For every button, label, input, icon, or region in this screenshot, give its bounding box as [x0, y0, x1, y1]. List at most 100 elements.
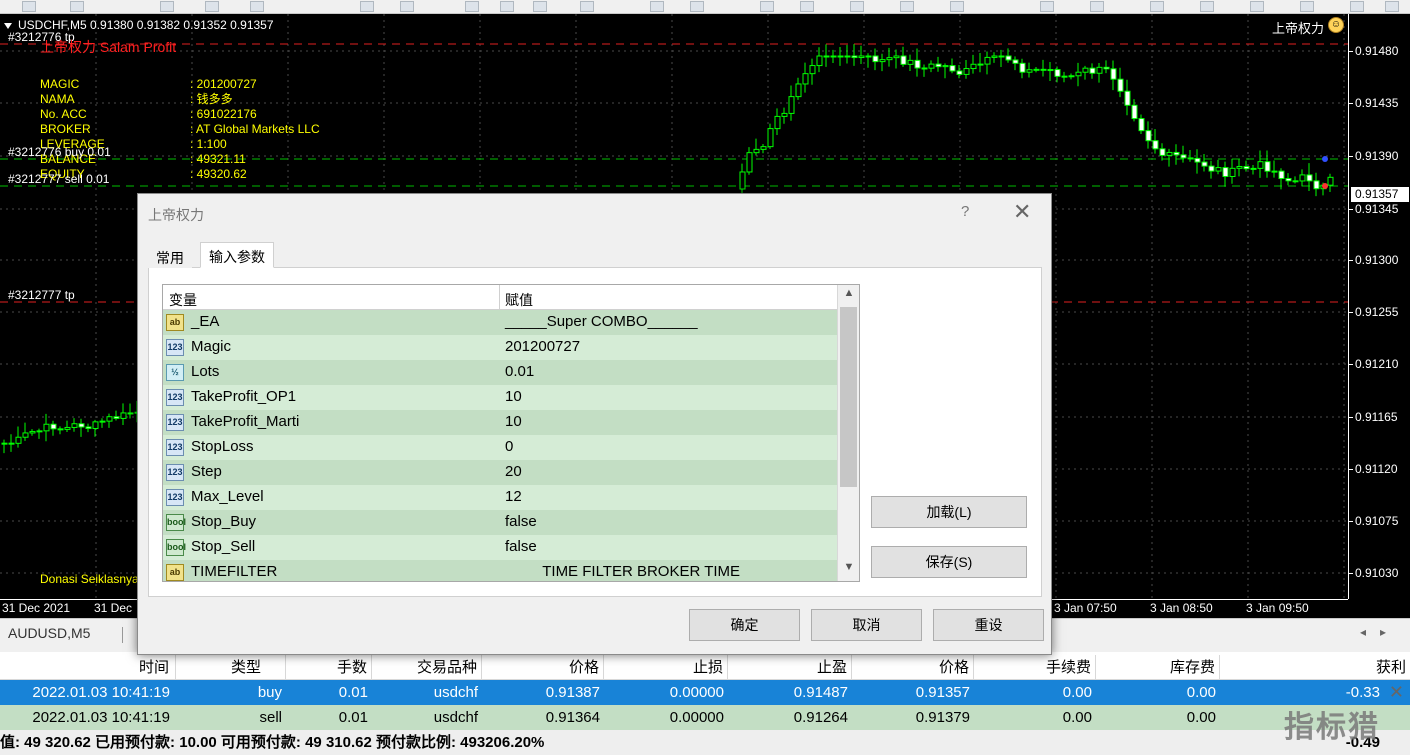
- help-icon[interactable]: ?: [961, 203, 969, 220]
- candle-body: [1138, 118, 1145, 132]
- toolbar-button[interactable]: [1150, 1, 1164, 12]
- tab-common[interactable]: 常用: [148, 244, 192, 268]
- param-value[interactable]: _____Super COMBO______: [505, 313, 698, 330]
- param-row[interactable]: ab TIMEFILTER TIME FILTER BROKER TIME: [163, 560, 837, 581]
- param-row[interactable]: 123 StopLoss 0: [163, 435, 837, 460]
- toolbar-button[interactable]: [650, 1, 664, 12]
- scroll-down-icon[interactable]: ▼: [838, 561, 859, 579]
- toolbar-button[interactable]: [760, 1, 774, 12]
- param-value[interactable]: 10: [505, 388, 522, 405]
- column-header[interactable]: 类型: [176, 655, 286, 680]
- save-button[interactable]: 保存(S): [871, 546, 1027, 578]
- toolbar-button[interactable]: [500, 1, 514, 12]
- column-header[interactable]: 交易品种: [372, 655, 482, 680]
- toolbar-button[interactable]: [850, 1, 864, 12]
- param-value[interactable]: 10: [505, 413, 522, 430]
- toolbar-button[interactable]: [1350, 1, 1364, 12]
- price-label: 0.91480: [1355, 44, 1399, 58]
- toolbar-button[interactable]: [360, 1, 374, 12]
- tab-inputs[interactable]: 输入参数: [200, 242, 274, 268]
- column-header[interactable]: 获利: [1220, 655, 1410, 680]
- toolbar-button[interactable]: [950, 1, 964, 12]
- candle-body: [1117, 78, 1124, 92]
- chart-tab-audusd[interactable]: AUDUSD,M5: [8, 625, 90, 641]
- param-value[interactable]: 0: [505, 438, 513, 455]
- column-header[interactable]: 止损: [604, 655, 728, 680]
- toolbar-button[interactable]: [580, 1, 594, 12]
- chevron-left-icon[interactable]: ◂: [1360, 625, 1380, 639]
- param-value[interactable]: false: [505, 513, 537, 530]
- candle-body: [1082, 67, 1089, 73]
- close-position-icon[interactable]: ✕: [1389, 680, 1404, 705]
- scroll-thumb[interactable]: [840, 307, 857, 487]
- toolbar-button[interactable]: [690, 1, 704, 12]
- param-row[interactable]: 123 Step 20: [163, 460, 837, 485]
- column-variable[interactable]: 变量: [169, 290, 197, 310]
- column-header[interactable]: 价格: [482, 655, 604, 680]
- price-tick: [1349, 260, 1353, 261]
- candle-body: [92, 421, 99, 429]
- toolbar-button[interactable]: [1090, 1, 1104, 12]
- toolbar-button[interactable]: [1385, 1, 1399, 12]
- param-value[interactable]: 20: [505, 463, 522, 480]
- column-header[interactable]: 时间: [0, 655, 176, 680]
- param-row[interactable]: bool Stop_Buy false: [163, 510, 837, 535]
- param-row[interactable]: bool Stop_Sell false: [163, 535, 837, 560]
- column-header[interactable]: 止盈: [728, 655, 852, 680]
- param-value[interactable]: TIME FILTER BROKER TIME: [505, 563, 740, 580]
- load-button[interactable]: 加载(L): [871, 496, 1027, 528]
- table-row-buy[interactable]: 2022.01.03 10:41:19 buy 0.01 usdchf 0.91…: [0, 680, 1410, 705]
- ea-smiley-icon[interactable]: ☺: [1328, 17, 1344, 33]
- cancel-button[interactable]: 取消: [811, 609, 922, 641]
- param-row[interactable]: ab _EA _____Super COMBO______: [163, 310, 837, 335]
- price-label: 0.91435: [1355, 96, 1399, 110]
- param-row[interactable]: 123 TakeProfit_Marti 10: [163, 410, 837, 435]
- toolbar-button[interactable]: [800, 1, 814, 12]
- toolbar-button[interactable]: [205, 1, 219, 12]
- params-table[interactable]: 变量 赋值 ab _EA _____Super COMBO______ 123 …: [162, 284, 860, 582]
- param-row[interactable]: 123 Magic 201200727: [163, 335, 837, 360]
- param-value[interactable]: 12: [505, 488, 522, 505]
- column-header[interactable]: 手续费: [974, 655, 1096, 680]
- toolbar-button[interactable]: [533, 1, 547, 12]
- toolbar-button[interactable]: [70, 1, 84, 12]
- scroll-up-icon[interactable]: ▲: [838, 287, 859, 305]
- param-value[interactable]: false: [505, 538, 537, 555]
- column-value[interactable]: 赋值: [505, 290, 533, 310]
- vertical-scrollbar[interactable]: ▲ ▼: [837, 285, 859, 581]
- param-value[interactable]: 0.01: [505, 363, 534, 380]
- cell-swap: 0.00: [1186, 709, 1216, 726]
- param-name: StopLoss: [191, 438, 254, 455]
- column-header[interactable]: 价格: [852, 655, 974, 680]
- toolbar-button[interactable]: [160, 1, 174, 12]
- table-row-sell[interactable]: 2022.01.03 10:41:19 sell 0.01 usdchf 0.9…: [0, 705, 1410, 730]
- chevron-right-icon[interactable]: ▸: [1380, 625, 1400, 639]
- toolbar-button[interactable]: [1300, 1, 1314, 12]
- toolbar-button[interactable]: [900, 1, 914, 12]
- close-icon[interactable]: ✕: [1013, 199, 1031, 225]
- price-axis[interactable]: 0.91480 0.91435 0.91390 0.91357 0.91345 …: [1348, 14, 1410, 599]
- column-header[interactable]: 手数: [286, 655, 372, 680]
- column-header[interactable]: 库存费: [1096, 655, 1220, 680]
- candle-body: [1075, 71, 1082, 77]
- toolbar-button[interactable]: [1040, 1, 1054, 12]
- ok-button[interactable]: 确定: [689, 609, 800, 641]
- param-row[interactable]: 123 Max_Level 12: [163, 485, 837, 510]
- param-value[interactable]: 201200727: [505, 338, 580, 355]
- candle-body: [1278, 170, 1285, 180]
- toolbar-button[interactable]: [465, 1, 479, 12]
- toolbar-button[interactable]: [250, 1, 264, 12]
- param-row[interactable]: 123 TakeProfit_OP1 10: [163, 385, 837, 410]
- toolbar-button[interactable]: [22, 1, 36, 12]
- candle-body: [1313, 180, 1320, 190]
- cell-current-price: 0.91357: [915, 684, 970, 701]
- tab-scroll-arrows[interactable]: ◂▸: [1360, 625, 1400, 639]
- column-divider[interactable]: [499, 285, 500, 310]
- toolbar-button[interactable]: [1250, 1, 1264, 12]
- param-row[interactable]: ½ Lots 0.01: [163, 360, 837, 385]
- toolbar-button[interactable]: [400, 1, 414, 12]
- table-header: 时间 类型 手数 交易品种 价格 止损 止盈 价格 手续费 库存费 获利: [0, 655, 1410, 680]
- reset-button[interactable]: 重设: [933, 609, 1044, 641]
- dropdown-triangle-icon[interactable]: [4, 22, 12, 29]
- toolbar-button[interactable]: [1200, 1, 1214, 12]
